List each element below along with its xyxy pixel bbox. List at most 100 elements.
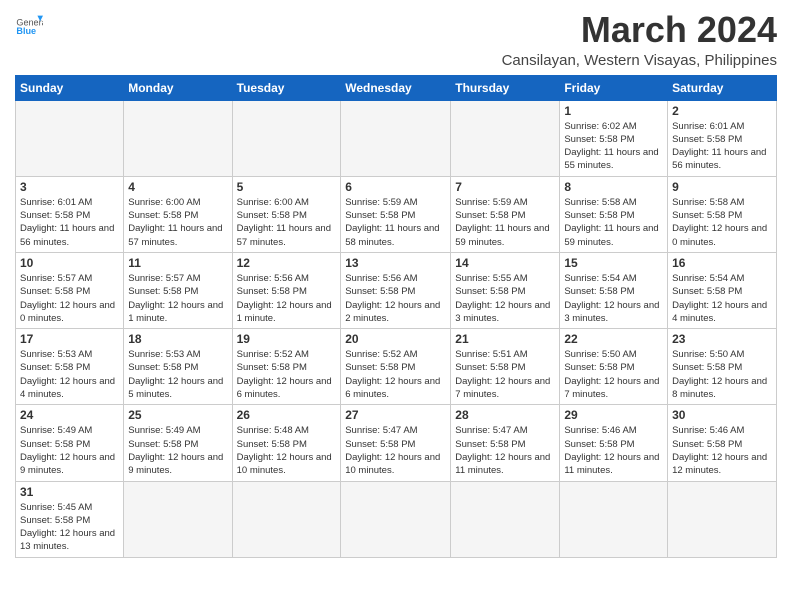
day-info: Sunrise: 5:46 AM Sunset: 5:58 PM Dayligh… — [672, 424, 772, 477]
day-info: Sunrise: 5:54 AM Sunset: 5:58 PM Dayligh… — [672, 272, 772, 325]
day-info: Sunrise: 5:55 AM Sunset: 5:58 PM Dayligh… — [455, 272, 555, 325]
calendar-cell: 14 Sunrise: 5:55 AM Sunset: 5:58 PM Dayli… — [451, 252, 560, 328]
day-info: Sunrise: 5:47 AM Sunset: 5:58 PM Dayligh… — [455, 424, 555, 477]
calendar-cell: 8 Sunrise: 5:58 AM Sunset: 5:58 PM Daylig… — [560, 176, 668, 252]
calendar-cell: 25 Sunrise: 5:49 AM Sunset: 5:58 PM Dayli… — [124, 405, 232, 481]
calendar-cell — [16, 100, 124, 176]
calendar-cell: 29 Sunrise: 5:46 AM Sunset: 5:58 PM Dayli… — [560, 405, 668, 481]
day-info: Sunrise: 6:00 AM Sunset: 5:58 PM Dayligh… — [128, 196, 227, 249]
logo-icon: General Blue — [15, 10, 43, 38]
calendar-week-row: 17 Sunrise: 5:53 AM Sunset: 5:58 PM Dayli… — [16, 329, 777, 405]
calendar-header-tuesday: Tuesday — [232, 75, 341, 100]
day-info: Sunrise: 5:56 AM Sunset: 5:58 PM Dayligh… — [345, 272, 446, 325]
calendar-cell: 12 Sunrise: 5:56 AM Sunset: 5:58 PM Dayli… — [232, 252, 341, 328]
day-info: Sunrise: 6:00 AM Sunset: 5:58 PM Dayligh… — [237, 196, 337, 249]
day-number: 16 — [672, 256, 772, 270]
calendar-cell: 9Sunrise: 5:58 AM Sunset: 5:58 PM Daylig… — [668, 176, 777, 252]
day-number: 9 — [672, 180, 772, 194]
day-number: 21 — [455, 332, 555, 346]
day-number: 14 — [455, 256, 555, 270]
day-info: Sunrise: 5:53 AM Sunset: 5:58 PM Dayligh… — [20, 348, 119, 401]
day-info: Sunrise: 5:53 AM Sunset: 5:58 PM Dayligh… — [128, 348, 227, 401]
day-number: 22 — [564, 332, 663, 346]
calendar-cell: 30 Sunrise: 5:46 AM Sunset: 5:58 PM Dayli… — [668, 405, 777, 481]
day-number: 3 — [20, 180, 119, 194]
calendar-cell: 10 Sunrise: 5:57 AM Sunset: 5:58 PM Dayli… — [16, 252, 124, 328]
calendar-week-row: 10 Sunrise: 5:57 AM Sunset: 5:58 PM Dayli… — [16, 252, 777, 328]
day-info: Sunrise: 5:56 AM Sunset: 5:58 PM Dayligh… — [237, 272, 337, 325]
calendar-cell: 7Sunrise: 5:59 AM Sunset: 5:58 PM Daylig… — [451, 176, 560, 252]
title-area: March 2024 Cansilayan, Western Visayas, … — [502, 10, 777, 69]
svg-text:Blue: Blue — [16, 26, 36, 36]
calendar-cell: 31 Sunrise: 5:45 AM Sunset: 5:58 PM Dayli… — [16, 481, 124, 557]
calendar-week-row: 31 Sunrise: 5:45 AM Sunset: 5:58 PM Dayli… — [16, 481, 777, 557]
calendar-header-friday: Friday — [560, 75, 668, 100]
calendar-cell — [232, 481, 341, 557]
day-info: Sunrise: 5:46 AM Sunset: 5:58 PM Dayligh… — [564, 424, 663, 477]
calendar-cell: 15Sunrise: 5:54 AM Sunset: 5:58 PM Dayli… — [560, 252, 668, 328]
calendar-cell: 24Sunrise: 5:49 AM Sunset: 5:58 PM Dayli… — [16, 405, 124, 481]
day-info: Sunrise: 5:48 AM Sunset: 5:58 PM Dayligh… — [237, 424, 337, 477]
calendar-header-wednesday: Wednesday — [341, 75, 451, 100]
day-number: 29 — [564, 408, 663, 422]
day-info: Sunrise: 5:59 AM Sunset: 5:58 PM Dayligh… — [345, 196, 446, 249]
day-number: 28 — [455, 408, 555, 422]
calendar-header-sunday: Sunday — [16, 75, 124, 100]
day-info: Sunrise: 5:52 AM Sunset: 5:58 PM Dayligh… — [345, 348, 446, 401]
calendar-cell: 17 Sunrise: 5:53 AM Sunset: 5:58 PM Dayli… — [16, 329, 124, 405]
subtitle: Cansilayan, Western Visayas, Philippines — [502, 52, 777, 69]
calendar-header-thursday: Thursday — [451, 75, 560, 100]
day-number: 20 — [345, 332, 446, 346]
day-number: 15 — [564, 256, 663, 270]
day-number: 25 — [128, 408, 227, 422]
calendar-cell: 6 Sunrise: 5:59 AM Sunset: 5:58 PM Daylig… — [341, 176, 451, 252]
month-title: March 2024 — [502, 10, 777, 50]
day-number: 6 — [345, 180, 446, 194]
day-info: Sunrise: 5:49 AM Sunset: 5:58 PM Dayligh… — [128, 424, 227, 477]
calendar-cell — [560, 481, 668, 557]
calendar-header-monday: Monday — [124, 75, 232, 100]
calendar-cell: 18Sunrise: 5:53 AM Sunset: 5:58 PM Dayli… — [124, 329, 232, 405]
day-number: 10 — [20, 256, 119, 270]
day-number: 8 — [564, 180, 663, 194]
day-info: Sunrise: 5:45 AM Sunset: 5:58 PM Dayligh… — [20, 501, 119, 554]
calendar-cell: 5 Sunrise: 6:00 AM Sunset: 5:58 PM Daylig… — [232, 176, 341, 252]
day-number: 31 — [20, 485, 119, 499]
day-number: 23 — [672, 332, 772, 346]
day-number: 1 — [564, 104, 663, 118]
calendar-cell: 16 Sunrise: 5:54 AM Sunset: 5:58 PM Dayli… — [668, 252, 777, 328]
day-number: 5 — [237, 180, 337, 194]
calendar-cell: 27Sunrise: 5:47 AM Sunset: 5:58 PM Dayli… — [341, 405, 451, 481]
calendar-cell: 28 Sunrise: 5:47 AM Sunset: 5:58 PM Dayli… — [451, 405, 560, 481]
logo: General Blue — [15, 10, 43, 38]
calendar-cell — [451, 100, 560, 176]
day-info: Sunrise: 5:57 AM Sunset: 5:58 PM Dayligh… — [20, 272, 119, 325]
calendar-week-row: 24Sunrise: 5:49 AM Sunset: 5:58 PM Dayli… — [16, 405, 777, 481]
calendar-cell — [451, 481, 560, 557]
calendar-cell: 23 Sunrise: 5:50 AM Sunset: 5:58 PM Dayli… — [668, 329, 777, 405]
day-number: 30 — [672, 408, 772, 422]
day-info: Sunrise: 5:57 AM Sunset: 5:58 PM Dayligh… — [128, 272, 227, 325]
calendar-cell — [124, 100, 232, 176]
calendar-header-saturday: Saturday — [668, 75, 777, 100]
calendar-cell: 22 Sunrise: 5:50 AM Sunset: 5:58 PM Dayli… — [560, 329, 668, 405]
day-number: 4 — [128, 180, 227, 194]
day-info: Sunrise: 5:49 AM Sunset: 5:58 PM Dayligh… — [20, 424, 119, 477]
day-info: Sunrise: 5:50 AM Sunset: 5:58 PM Dayligh… — [672, 348, 772, 401]
calendar-week-row: 3Sunrise: 6:01 AM Sunset: 5:58 PM Daylig… — [16, 176, 777, 252]
calendar-cell: 11 Sunrise: 5:57 AM Sunset: 5:58 PM Dayli… — [124, 252, 232, 328]
calendar-cell — [668, 481, 777, 557]
day-info: Sunrise: 5:58 AM Sunset: 5:58 PM Dayligh… — [564, 196, 663, 249]
day-info: Sunrise: 6:02 AM Sunset: 5:58 PM Dayligh… — [564, 120, 663, 173]
day-number: 12 — [237, 256, 337, 270]
day-info: Sunrise: 5:52 AM Sunset: 5:58 PM Dayligh… — [237, 348, 337, 401]
header: General Blue March 2024 Cansilayan, West… — [15, 10, 777, 69]
day-number: 11 — [128, 256, 227, 270]
calendar-cell: 13Sunrise: 5:56 AM Sunset: 5:58 PM Dayli… — [341, 252, 451, 328]
calendar-cell — [232, 100, 341, 176]
day-number: 17 — [20, 332, 119, 346]
calendar: SundayMondayTuesdayWednesdayThursdayFrid… — [15, 75, 777, 558]
day-info: Sunrise: 5:50 AM Sunset: 5:58 PM Dayligh… — [564, 348, 663, 401]
day-number: 19 — [237, 332, 337, 346]
calendar-header-row: SundayMondayTuesdayWednesdayThursdayFrid… — [16, 75, 777, 100]
